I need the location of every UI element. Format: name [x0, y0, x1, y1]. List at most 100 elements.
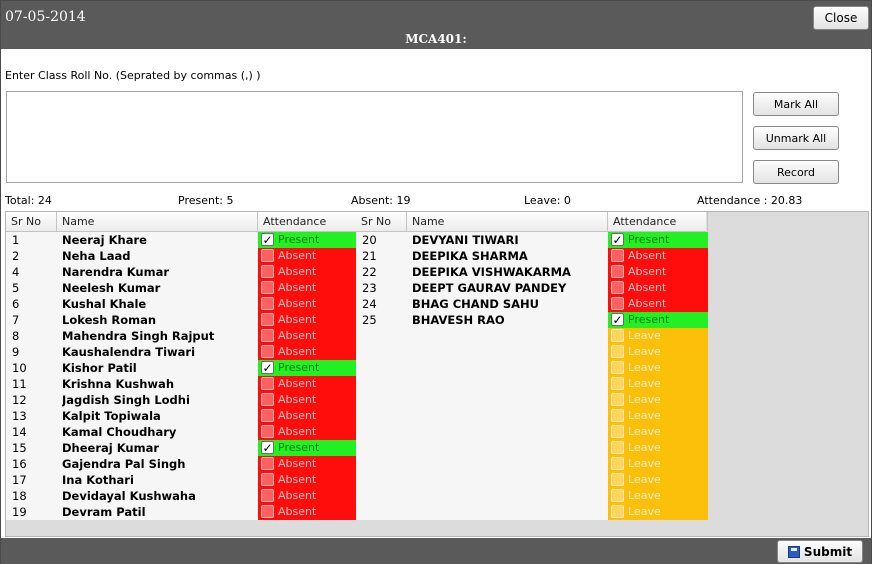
attendance-checkbox[interactable] — [611, 409, 624, 422]
attendance-cell: Absent — [258, 344, 358, 360]
student-name: Neeraj Khare — [62, 233, 147, 247]
table-row: 10 Kishor Patil ✓ Present — [6, 360, 358, 376]
attendance-table: Sr No Name Attendance 1 Neeraj Khare ✓ Pres… — [5, 211, 869, 537]
student-name: Narendra Kumar — [62, 265, 170, 279]
mark-all-button[interactable]: Mark All — [753, 92, 839, 116]
student-name: BHAG CHAND SAHU — [412, 297, 540, 311]
unmark-all-button[interactable]: Unmark All — [753, 126, 839, 150]
attendance-status: Absent — [278, 297, 317, 310]
attendance-checkbox[interactable] — [611, 425, 624, 438]
student-name: DEEPIKA SHARMA — [412, 249, 528, 263]
attendance-checkbox[interactable] — [611, 377, 624, 390]
attendance-checkbox[interactable]: ✓ — [611, 233, 624, 246]
table-row: 11 Krishna Kushwah Absent — [6, 376, 358, 392]
attendance-checkbox[interactable] — [611, 297, 624, 310]
attendance-checkbox[interactable] — [261, 345, 274, 358]
attendance-checkbox[interactable] — [261, 473, 274, 486]
attendance-checkbox[interactable] — [261, 409, 274, 422]
attendance-checkbox[interactable] — [261, 313, 274, 326]
student-name: DEVYANI TIWARI — [412, 233, 519, 247]
table-column-right: Sr No Name Attendance 20 DEVYANI TIWARI ✓ P… — [356, 212, 708, 520]
sr-no: 9 — [12, 345, 20, 359]
attendance-checkbox[interactable]: ✓ — [261, 441, 274, 454]
table-row: Leave — [356, 488, 708, 504]
attendance-checkbox[interactable] — [611, 441, 624, 454]
sr-no: 22 — [362, 265, 377, 279]
attendance-checkbox[interactable] — [611, 457, 624, 470]
sr-no: 13 — [12, 409, 27, 423]
table-row: Leave — [356, 344, 708, 360]
attendance-checkbox[interactable] — [261, 425, 274, 438]
attendance-checkbox[interactable]: ✓ — [611, 313, 624, 326]
table-row: Leave — [356, 328, 708, 344]
attendance-checkbox[interactable] — [261, 489, 274, 502]
sr-no: 15 — [12, 441, 27, 455]
title-bar: 07-05-2014 MCA401: Close — [1, 1, 871, 49]
sr-no: 25 — [362, 313, 377, 327]
attendance-cell: Absent — [258, 456, 358, 472]
table-row: 5 Neelesh Kumar Absent — [6, 280, 358, 296]
roll-input-label: Enter Class Roll No. (Seprated by commas… — [5, 69, 261, 82]
attendance-cell: Absent — [258, 504, 358, 520]
present-count: Present: 5 — [178, 194, 234, 207]
attendance-cell: Absent — [608, 264, 708, 280]
attendance-status: Leave — [628, 409, 661, 422]
attendance-status: Absent — [628, 297, 667, 310]
attendance-checkbox[interactable] — [611, 249, 624, 262]
attendance-checkbox[interactable] — [611, 281, 624, 294]
table-row: 7 Lokesh Roman Absent — [6, 312, 358, 328]
submit-button[interactable]: Submit — [777, 540, 863, 563]
student-name: Kishor Patil — [62, 361, 137, 375]
attendance-checkbox[interactable] — [261, 393, 274, 406]
attendance-checkbox[interactable] — [611, 505, 624, 518]
table-row: 6 Kushal Khale Absent — [6, 296, 358, 312]
attendance-status: Leave — [628, 393, 661, 406]
attendance-checkbox[interactable] — [261, 249, 274, 262]
attendance-status: Absent — [278, 457, 317, 470]
attendance-cell: Absent — [258, 472, 358, 488]
attendance-checkbox[interactable] — [611, 265, 624, 278]
attendance-checkbox[interactable]: ✓ — [261, 233, 274, 246]
attendance-checkbox[interactable] — [261, 505, 274, 518]
student-name: Jagdish Singh Lodhi — [62, 393, 190, 407]
attendance-status: Absent — [278, 425, 317, 438]
header-sr-no: Sr No — [6, 212, 57, 232]
attendance-checkbox[interactable] — [261, 297, 274, 310]
table-header: Sr No Name Attendance — [356, 212, 708, 232]
attendance-checkbox[interactable] — [611, 345, 624, 358]
sr-no: 16 — [12, 457, 27, 471]
attendance-cell: Leave — [608, 360, 708, 376]
sr-no: 19 — [12, 505, 27, 519]
sr-no: 24 — [362, 297, 377, 311]
attendance-checkbox[interactable] — [261, 265, 274, 278]
attendance-checkbox[interactable] — [611, 393, 624, 406]
student-name: DEEPT GAURAV PANDEY — [412, 281, 567, 295]
attendance-status: Leave — [628, 377, 661, 390]
table-row: Leave — [356, 360, 708, 376]
sr-no: 12 — [12, 393, 27, 407]
attendance-cell: Leave — [608, 392, 708, 408]
attendance-checkbox[interactable] — [611, 329, 624, 342]
close-button[interactable]: Close — [813, 6, 869, 30]
student-name: Kushal Khale — [62, 297, 147, 311]
attendance-checkbox[interactable] — [261, 457, 274, 470]
attendance-checkbox[interactable] — [611, 361, 624, 374]
attendance-cell: Leave — [608, 440, 708, 456]
student-name: Krishna Kushwah — [62, 377, 175, 391]
sr-no: 11 — [12, 377, 27, 391]
attendance-status: Absent — [278, 281, 317, 294]
attendance-checkbox[interactable] — [261, 281, 274, 294]
student-name: Dheeraj Kumar — [62, 441, 160, 455]
total-count: Total: 24 — [5, 194, 52, 207]
attendance-checkbox[interactable] — [611, 473, 624, 486]
attendance-checkbox[interactable]: ✓ — [261, 361, 274, 374]
attendance-checkbox[interactable] — [611, 489, 624, 502]
attendance-checkbox[interactable] — [261, 377, 274, 390]
attendance-cell: Leave — [608, 424, 708, 440]
roll-number-input[interactable] — [6, 91, 743, 183]
record-button[interactable]: Record — [753, 160, 839, 184]
sr-no: 14 — [12, 425, 27, 439]
attendance-cell: Absent — [258, 488, 358, 504]
course-title: MCA401: — [405, 32, 467, 46]
attendance-checkbox[interactable] — [261, 329, 274, 342]
